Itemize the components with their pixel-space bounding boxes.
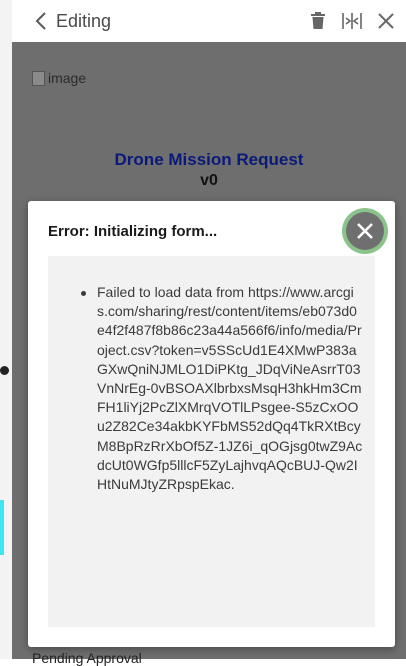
form-title: Drone Mission Request <box>114 150 304 169</box>
map-marker-icon <box>0 366 9 375</box>
map-highlight <box>0 500 4 555</box>
header-title: Editing <box>56 10 112 31</box>
trash-icon <box>311 12 325 29</box>
header-actions <box>306 9 398 33</box>
error-message-box: Failed to load data from https://www.arc… <box>48 256 375 627</box>
pending-status: Pending Approval <box>32 650 142 666</box>
image-alt-text: image <box>48 70 87 86</box>
broken-image-icon <box>32 70 45 86</box>
close-button[interactable] <box>374 9 398 33</box>
error-dialog: Error: Initializing form... Failed to lo… <box>28 201 395 647</box>
error-list: Failed to load data from https://www.arc… <box>81 283 363 494</box>
form-header-image: image <box>32 70 86 86</box>
delete-button[interactable] <box>306 9 330 33</box>
close-circle-icon <box>346 212 384 250</box>
dialog-title: Error: Initializing form... <box>48 223 218 240</box>
chevron-left-icon <box>35 12 46 30</box>
editor-header: Editing <box>12 0 406 42</box>
map-strip-panel <box>0 0 12 659</box>
back-button[interactable] <box>28 6 54 36</box>
background-map-strip <box>0 0 12 659</box>
error-item: Failed to load data from https://www.arc… <box>81 283 363 494</box>
close-icon <box>378 13 394 29</box>
form-version: v0 <box>200 172 218 189</box>
split-icon <box>342 13 362 29</box>
split-button[interactable] <box>340 9 364 33</box>
dialog-close-button[interactable] <box>342 208 388 254</box>
